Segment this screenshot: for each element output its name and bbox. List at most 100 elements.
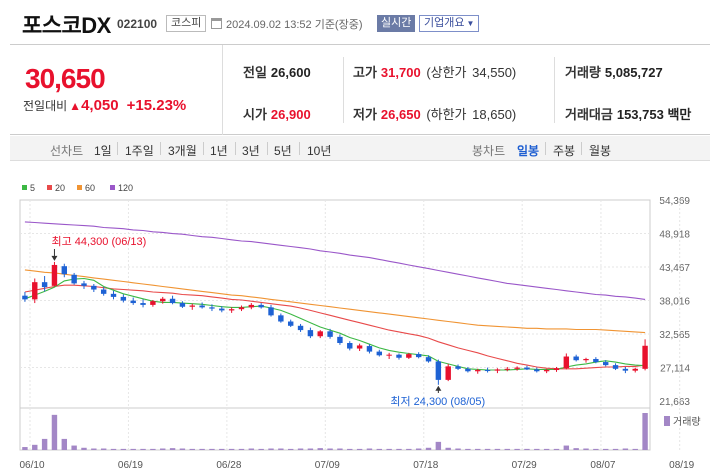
candle-body xyxy=(494,369,501,371)
volume-bar xyxy=(248,448,255,450)
volume-bar xyxy=(445,447,451,450)
x-tick-label: 06/28 xyxy=(216,460,241,471)
candle-body xyxy=(189,305,195,307)
candle-body xyxy=(317,331,323,337)
amount-unit: 백만 xyxy=(667,107,692,122)
candle-body xyxy=(337,336,343,344)
candle-body xyxy=(484,370,491,372)
volume-bar xyxy=(327,448,333,450)
candle-body xyxy=(278,315,284,322)
chart-canvas[interactable]: 5 20 60 120 54,369 48,918 43,467 38,016 32,565 27… xyxy=(0,178,710,475)
candle-body xyxy=(297,325,304,331)
volume-bar xyxy=(258,448,264,450)
volume-bar xyxy=(563,445,570,450)
low-label: 저가 xyxy=(353,107,377,122)
candle-body xyxy=(110,293,117,297)
candle-body xyxy=(622,368,629,371)
x-tick-label: 07/29 xyxy=(512,460,537,471)
x-tick-label: 08/19 xyxy=(669,460,694,471)
volume-bar xyxy=(307,448,314,450)
candle-body xyxy=(150,301,156,305)
candle-body xyxy=(51,264,58,286)
legend-swatch-5 xyxy=(22,185,27,190)
tab-daily[interactable]: 일봉 xyxy=(517,142,539,159)
tab-3y[interactable]: 3년 xyxy=(242,142,260,159)
volume-bar xyxy=(209,448,215,450)
candle-body xyxy=(602,362,609,366)
y-tick-label: 48,918 xyxy=(659,230,690,241)
prev-close-value: 26,600 xyxy=(270,65,311,80)
volume-bar xyxy=(494,448,501,450)
company-info-dropdown[interactable]: 기업개요 ▼ xyxy=(419,15,480,32)
legend-label-20: 20 xyxy=(55,183,65,193)
price-summary: 30,650 전일대비 ▲4,050 +15.23% 전일 26,600 고가 31,7… xyxy=(10,44,710,135)
volume-bar xyxy=(169,448,176,450)
candle-body xyxy=(100,289,107,294)
tab-1y[interactable]: 1년 xyxy=(210,142,228,159)
candle-body xyxy=(22,295,28,300)
x-tick-label: 06/19 xyxy=(118,460,143,471)
y-tick-label: 38,016 xyxy=(659,297,690,308)
volume-bar xyxy=(425,447,432,450)
tab-1w[interactable]: 1주일 xyxy=(125,142,154,159)
candle-body xyxy=(71,274,77,284)
lower-limit-label: (하한가 xyxy=(426,107,467,122)
candle-body xyxy=(593,358,599,363)
change-percent: +15.23% xyxy=(126,97,187,114)
volume-bar xyxy=(22,447,28,450)
candle-body xyxy=(248,304,255,308)
candle-body xyxy=(376,351,383,356)
volume-bar xyxy=(573,448,579,450)
volume-bar xyxy=(475,448,481,450)
volume-bar xyxy=(130,448,136,450)
candle-body xyxy=(120,296,127,301)
high-label: 고가 xyxy=(353,65,377,80)
divider xyxy=(117,142,118,155)
x-tick-label: 07/18 xyxy=(413,460,438,471)
tab-3m[interactable]: 3개월 xyxy=(168,142,197,159)
tab-10y[interactable]: 10년 xyxy=(307,142,331,159)
prev-close-label: 전일 xyxy=(243,65,267,80)
candle-body xyxy=(475,370,481,372)
stock-header: 포스코DX 022100 코스피 2024.09.02 13:52 기준(장중)… xyxy=(0,0,710,44)
tab-1d[interactable]: 1일 xyxy=(94,142,112,159)
tab-monthly[interactable]: 월봉 xyxy=(589,142,611,159)
divider xyxy=(581,142,582,155)
period-tab-bar: 선차트 1일 1주일 3개월 1년 3년 5년 10년 봉차트 일봉 주봉 월봉 xyxy=(10,136,710,161)
volume-bar xyxy=(543,448,550,450)
realtime-button[interactable]: 실시간 xyxy=(377,15,416,32)
current-price-box: 30,650 전일대비 ▲4,050 +15.23% xyxy=(10,45,223,135)
tab-5y[interactable]: 5년 xyxy=(274,142,292,159)
candle-body xyxy=(534,369,540,372)
ma20-line xyxy=(24,284,646,370)
legend-label-120: 120 xyxy=(118,183,133,193)
candle-body xyxy=(386,354,392,356)
market-badge: 코스피 xyxy=(166,15,207,32)
high-annotation: 최고 44,300 (06/13) xyxy=(51,235,146,248)
candle-body xyxy=(396,354,402,358)
stat-low: 저가 26,650 (하한가 18,650) xyxy=(353,104,516,123)
divider xyxy=(554,57,555,123)
volume-bar xyxy=(100,448,107,450)
price-chart[interactable]: 5 20 60 120 54,369 48,918 43,467 38,016 32,565 27… xyxy=(0,178,710,475)
x-tick-label: 06/10 xyxy=(19,460,44,471)
legend-swatch-20 xyxy=(47,185,52,190)
volume-bar xyxy=(406,448,412,450)
volume-bar xyxy=(642,413,648,450)
amount-value: 153,753 xyxy=(616,107,664,122)
divider xyxy=(343,57,344,123)
calendar-icon xyxy=(211,18,222,29)
stat-amount: 거래대금 153,753 백만 xyxy=(565,104,691,123)
volume-bar xyxy=(534,448,540,450)
legend-swatch-60 xyxy=(77,185,82,190)
stat-open: 시가 26,900 xyxy=(243,104,311,123)
tab-weekly[interactable]: 주봉 xyxy=(553,142,575,159)
volume-bar xyxy=(366,448,373,450)
volume-bar xyxy=(356,448,363,450)
volume-bar xyxy=(41,438,48,450)
stock-code: 022100 xyxy=(117,17,158,31)
change-value: 4,050 xyxy=(81,97,119,114)
legend-swatch-120 xyxy=(110,185,115,190)
volume-bar xyxy=(317,448,323,450)
volume-bar xyxy=(465,448,471,450)
